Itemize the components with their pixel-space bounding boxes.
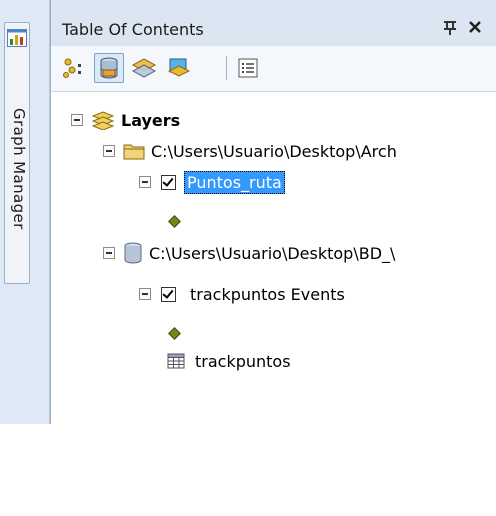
pin-icon <box>444 21 456 35</box>
layer-name-puntos-ruta[interactable]: Puntos_ruta <box>184 170 285 194</box>
panel-title: Table Of Contents <box>62 20 204 39</box>
tree-row-trackpuntos-table[interactable]: trackpuntos <box>167 347 291 375</box>
table-icon <box>167 353 185 369</box>
collapse-icon[interactable] <box>71 114 83 126</box>
folder-icon <box>123 144 145 160</box>
tree-row-folder[interactable]: C:\Users\Usuario\Desktop\Arch <box>103 137 397 165</box>
list-by-drawing-order-icon <box>63 58 81 78</box>
list-by-visibility-button[interactable] <box>129 53 159 83</box>
point-symbol-icon[interactable] <box>168 215 181 228</box>
database-icon <box>124 242 142 264</box>
collapse-icon[interactable] <box>139 176 151 188</box>
close-icon <box>469 21 481 33</box>
toolbar-separator <box>226 56 227 80</box>
layer-tree: Layers C:\Users\Usuario\Desktop\Arch Pun… <box>51 92 496 424</box>
options-icon <box>238 58 258 78</box>
list-by-drawing-order-button[interactable] <box>59 53 89 83</box>
list-by-visibility-icon <box>131 58 157 78</box>
layer-visibility-checkbox[interactable] <box>161 286 176 302</box>
collapse-icon[interactable] <box>103 247 115 259</box>
bar-chart-icon <box>7 29 27 47</box>
options-button[interactable] <box>233 53 263 83</box>
collapse-icon[interactable] <box>139 288 151 300</box>
close-button[interactable] <box>467 16 489 38</box>
tree-row-database[interactable]: C:\Users\Usuario\Desktop\BD_\ <box>103 239 395 267</box>
tree-row-trackpuntos-events[interactable]: trackpuntos Events <box>139 280 345 308</box>
layer-visibility-checkbox[interactable] <box>161 174 176 190</box>
collapse-icon[interactable] <box>103 145 115 157</box>
point-symbol-icon[interactable] <box>168 327 181 340</box>
table-name-label[interactable]: trackpuntos <box>195 352 291 371</box>
list-by-source-button[interactable] <box>94 53 124 83</box>
folder-path-label: C:\Users\Usuario\Desktop\Arch <box>151 141 397 161</box>
list-by-source-icon <box>100 57 118 79</box>
list-by-selection-icon <box>167 58 191 77</box>
table-of-contents-panel: Table Of Contents Layers C:\Users\Usuari… <box>50 0 496 424</box>
toc-toolbar <box>51 46 496 92</box>
layers-label: Layers <box>121 110 181 130</box>
database-path-label: C:\Users\Usuario\Desktop\BD_\ <box>149 243 396 263</box>
panel-titlebar: Table Of Contents <box>51 0 496 46</box>
pin-button[interactable] <box>442 18 462 38</box>
layers-icon <box>91 111 115 130</box>
layer-name-trackpuntos-events[interactable]: trackpuntos Events <box>190 285 345 304</box>
dock-strip: Graph Manager <box>0 0 50 424</box>
tree-row-layers[interactable]: Layers <box>71 106 180 134</box>
tree-row-puntos-ruta[interactable]: Puntos_ruta <box>139 168 285 196</box>
graph-manager-label: Graph Manager <box>10 108 28 230</box>
graph-manager-tab[interactable]: Graph Manager <box>4 22 30 284</box>
list-by-selection-button[interactable] <box>164 53 194 83</box>
